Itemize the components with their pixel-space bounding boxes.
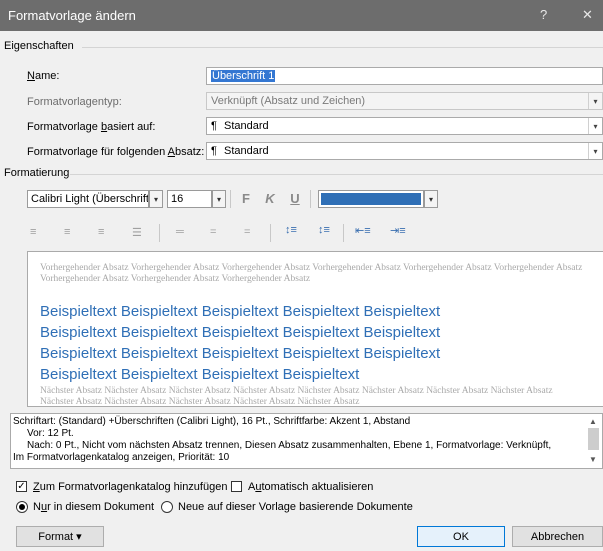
window-title: Formatvorlage ändern [8,8,136,23]
style-type-select: Verknüpft (Absatz und Zeichen) ▾ [206,92,603,110]
name-value: Überschrift 1 [211,70,276,82]
toolbar-separator [310,190,311,208]
preview-sample-line: Beispieltext Beispieltext Beispieltext B… [40,324,441,341]
toolbar-separator [230,190,231,208]
add-to-gallery-label[interactable]: Zum Formatvorlagenkatalog hinzufügen [33,481,227,493]
line-spacing-onehalf-icon[interactable]: = [210,226,216,238]
style-type-value: Verknüpft (Absatz und Zeichen) [211,95,366,107]
name-label: Name: [27,70,60,82]
pilcrow-icon: ¶ [211,145,217,157]
space-after-icon[interactable]: ↕≡ [318,224,330,236]
format-button-label: Format ▾ [38,531,82,543]
description-line: Im Formatvorlagenkatalog anzeigen, Prior… [13,452,230,463]
preview-sample-line: Beispieltext Beispieltext Beispieltext B… [40,345,441,362]
style-preview: Vorhergehender Absatz Vorhergehender Abs… [27,251,603,407]
based-on-label: Formatvorlage basiert auf: [27,121,156,133]
add-to-gallery-checkbox[interactable]: ✓ [16,481,27,492]
only-this-document-label[interactable]: Nur in diesem Dokument [33,501,154,513]
toolbar-separator [343,224,344,242]
auto-update-checkbox[interactable] [231,481,242,492]
ok-button-label: OK [453,530,469,543]
size-dropdown-chevron-icon[interactable]: ▾ [212,190,226,208]
preview-sample-line: Beispieltext Beispieltext Beispieltext B… [40,303,441,320]
radio-selected-dot [19,504,25,510]
properties-group-label: Eigenschaften [4,40,74,52]
description-scrollbar[interactable]: ▲ ▼ [585,414,602,468]
description-line: Nach: 0 Pt., Nicht vom nächsten Absatz t… [27,440,552,451]
italic-button[interactable]: K [262,191,278,206]
chevron-down-icon: ▾ [588,93,602,109]
cancel-button[interactable]: Abbrechen [512,526,603,547]
font-color-picker[interactable] [318,190,424,208]
new-documents-radio[interactable] [161,501,173,513]
preview-previous-paragraph: Vorhergehender Absatz Vorhergehender Abs… [40,263,583,284]
toolbar-separator [270,224,271,242]
align-center-icon[interactable]: ≡ [64,226,70,238]
scroll-thumb[interactable] [588,428,599,450]
description-line: Schriftart: (Standard) +Überschriften (C… [13,416,411,427]
description-line: Vor: 12 Pt. [27,428,74,439]
next-style-label: Formatvorlage für folgenden Absatz: [27,146,205,158]
new-documents-label[interactable]: Neue auf dieser Vorlage basierende Dokum… [178,501,413,513]
line-spacing-single-icon[interactable]: ═ [176,226,184,238]
formatting-divider [70,174,603,175]
checkmark-icon: ✓ [17,480,26,492]
preview-sample-line: Beispieltext Beispieltext Beispieltext B… [40,366,360,383]
chevron-down-icon[interactable]: ▾ [588,143,602,159]
cancel-button-label: Abbrechen [530,530,585,543]
font-dropdown-chevron-icon[interactable]: ▾ [149,190,163,208]
style-description: Schriftart: (Standard) +Überschriften (C… [10,413,603,469]
size-select[interactable]: 16 [167,190,212,208]
font-color-swatch [321,193,421,205]
style-type-label: Formatvorlagentyp: [27,96,122,108]
preview-next-paragraph: Nächster Absatz Nächster Absatz Nächster… [40,386,553,407]
scroll-down-icon[interactable]: ▼ [589,454,597,466]
bold-button[interactable]: F [238,191,254,206]
title-bar: Formatvorlage ändern ? ✕ [0,0,603,31]
next-style-value: Standard [223,145,269,157]
line-spacing-double-icon[interactable]: = [244,226,250,238]
space-before-icon[interactable]: ↕≡ [285,224,297,236]
font-select[interactable]: Calibri Light (Überschriften) [27,190,149,208]
underline-button[interactable]: U [287,191,303,206]
based-on-value: Standard [223,120,269,132]
auto-update-label[interactable]: Automatisch aktualisieren [248,481,373,493]
help-button[interactable]: ? [540,7,547,22]
color-dropdown-chevron-icon[interactable]: ▾ [424,190,438,208]
ok-button[interactable]: OK [417,526,505,547]
toolbar-separator [159,224,160,242]
name-field[interactable]: Überschrift 1 [206,67,603,85]
increase-indent-icon[interactable]: ⇥≡ [390,224,406,237]
decrease-indent-icon[interactable]: ⇤≡ [355,224,371,237]
close-button[interactable]: ✕ [582,7,593,23]
format-menu-button[interactable]: Format ▾ [16,526,104,547]
align-right-icon[interactable]: ≡ [98,226,104,238]
based-on-select[interactable]: ¶ Standard ▾ [206,117,603,135]
chevron-down-icon[interactable]: ▾ [588,118,602,134]
properties-divider [82,47,603,48]
pilcrow-icon: ¶ [211,120,217,132]
formatting-group-label: Formatierung [4,167,70,179]
justify-icon[interactable]: ☰ [132,226,142,239]
next-style-select[interactable]: ¶ Standard ▾ [206,142,603,160]
only-this-document-radio[interactable] [16,501,28,513]
align-left-icon[interactable]: ≡ [30,226,36,238]
scroll-up-icon[interactable]: ▲ [589,416,597,428]
